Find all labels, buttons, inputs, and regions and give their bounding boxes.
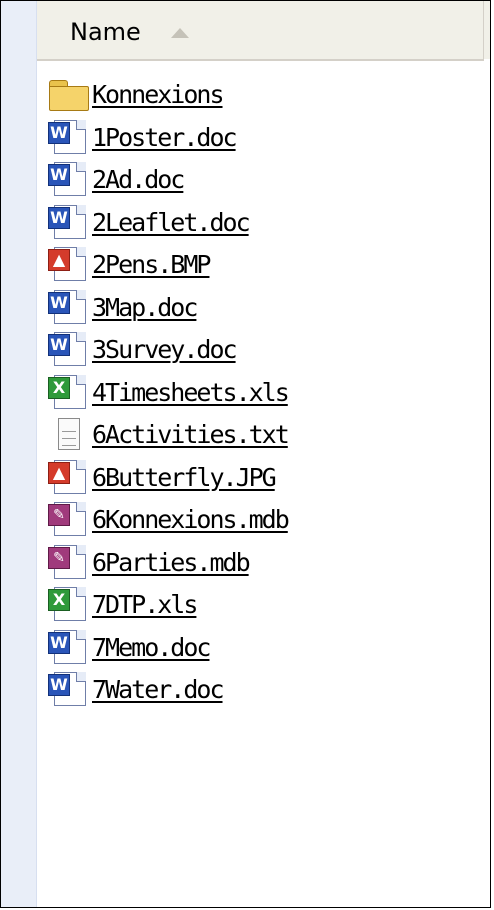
folder-icon[interactable] [48,75,92,113]
file-name-link[interactable]: 2Leaflet.doc [92,206,251,240]
file-name-link[interactable]: 7DTP.xls [92,588,198,622]
file-list-pane: Name Konnexions W 1Poster.doc W 2Ad.doc W 2Lea… [0,0,491,908]
file-name-link[interactable]: 2Ad.doc [92,163,185,197]
file-name-link[interactable]: Konnexions [92,78,225,112]
left-margin-strip [1,1,37,907]
file-name-link[interactable]: 1Poster.doc [92,121,238,155]
file-row[interactable]: W 7Water.doc [48,670,478,713]
file-row[interactable]: 6Activities.txt [48,415,478,458]
excel-sheet-icon[interactable]: X [48,373,92,411]
word-doc-icon[interactable]: W [48,118,92,156]
file-row[interactable]: W 2Ad.doc [48,160,478,203]
file-name-link[interactable]: 6Activities.txt [92,418,290,452]
bitmap-image-icon[interactable]: ▲ [48,245,92,283]
word-doc-icon[interactable]: W [48,203,92,241]
file-row[interactable]: Konnexions [48,75,478,118]
excel-sheet-icon[interactable]: X [48,585,92,623]
file-name-link[interactable]: 7Water.doc [92,673,225,707]
file-row[interactable]: ▲ 6Butterfly.JPG [48,458,478,501]
file-row[interactable]: ▲ 2Pens.BMP [48,245,478,288]
access-db-icon[interactable]: ✎ [48,500,92,538]
column-header-name[interactable]: Name [37,1,484,61]
word-doc-icon[interactable]: W [48,670,92,708]
file-row[interactable]: W 2Leaflet.doc [48,203,478,246]
file-name-link[interactable]: 7Memo.doc [92,631,211,665]
file-name-link[interactable]: 2Pens.BMP [92,248,211,282]
access-db-icon[interactable]: ✎ [48,543,92,581]
file-row[interactable]: X 7DTP.xls [48,585,478,628]
file-name-link[interactable]: 4Timesheets.xls [92,376,290,410]
file-name-link[interactable]: 3Survey.doc [92,333,238,367]
word-doc-icon[interactable]: W [48,288,92,326]
text-file-icon[interactable] [48,415,92,453]
file-name-link[interactable]: 6Konnexions.mdb [92,503,290,537]
file-name-link[interactable]: 6Butterfly.JPG [92,461,277,495]
column-header-label: Name [70,18,141,46]
file-name-link[interactable]: 6Parties.mdb [92,546,251,580]
word-doc-icon[interactable]: W [48,160,92,198]
word-doc-icon[interactable]: W [48,330,92,368]
word-doc-icon[interactable]: W [48,628,92,666]
file-list: Konnexions W 1Poster.doc W 2Ad.doc W 2Leaflet.… [48,75,478,713]
file-row[interactable]: ✎ 6Konnexions.mdb [48,500,478,543]
file-row[interactable]: X 4Timesheets.xls [48,373,478,416]
file-row[interactable]: W 3Survey.doc [48,330,478,373]
file-name-link[interactable]: 3Map.doc [92,291,198,325]
file-row[interactable]: W 1Poster.doc [48,118,478,161]
jpeg-image-icon[interactable]: ▲ [48,458,92,496]
file-row[interactable]: ✎ 6Parties.mdb [48,543,478,586]
column-header-filler [483,1,490,59]
sort-ascending-icon [171,28,189,38]
file-row[interactable]: W 3Map.doc [48,288,478,331]
file-row[interactable]: W 7Memo.doc [48,628,478,671]
